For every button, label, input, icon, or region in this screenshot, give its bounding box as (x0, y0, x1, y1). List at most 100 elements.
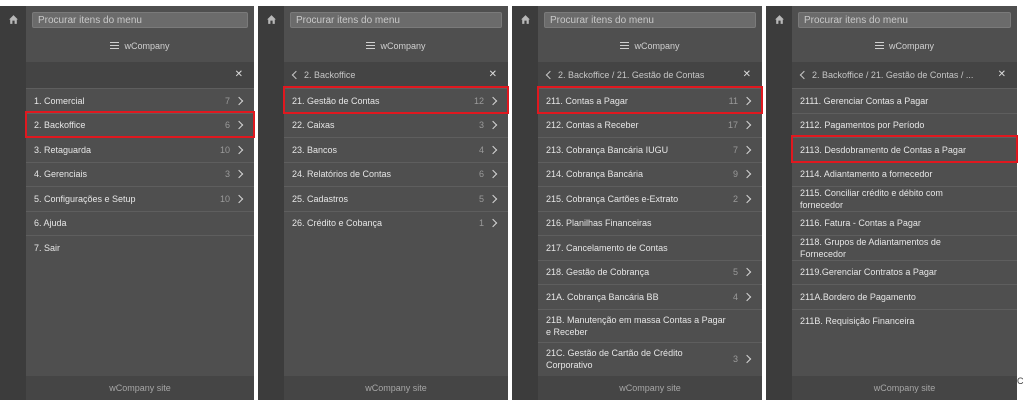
menu-item[interactable]: 2114. Adiantamento a fornecedor (792, 161, 1017, 187)
home-icon[interactable] (774, 14, 785, 25)
footer-link[interactable]: wCompany site (538, 376, 762, 400)
menu-item[interactable]: 216. Planilhas Financeiras (538, 210, 762, 236)
home-icon[interactable] (8, 14, 19, 25)
side-strip (512, 6, 538, 400)
chevron-right-icon (234, 170, 244, 179)
menu-icon (110, 42, 120, 50)
search-input[interactable]: Procurar itens do menu (290, 12, 502, 28)
menu-main: Procurar itens do menu wCompany 2. Backoff… (538, 6, 762, 400)
menu-item[interactable]: 3. Retaguarda 10 (26, 137, 254, 162)
menu-panel-3: Procurar itens do menu wCompany 2. Backoff… (512, 6, 762, 400)
menu-item[interactable]: 23. Bancos 4 (284, 137, 508, 162)
menu-item[interactable]: 21B. Manutenção em massa Contas a Pagar … (538, 308, 762, 342)
item-count: 7 (732, 144, 738, 155)
menu-item[interactable]: 218. Gestão de Cobrança 5 (538, 259, 762, 285)
menu-item[interactable]: 5. Configurações e Setup 10 (26, 186, 254, 211)
close-icon[interactable]: ✕ (743, 62, 751, 88)
highlight-box (25, 110, 255, 138)
menu-item[interactable]: 215. Cobrança Cartões e-Extrato 2 (538, 186, 762, 211)
footer-link[interactable]: wCompany site (284, 376, 508, 400)
menu-item[interactable]: 211B. Requisição Financeira (792, 308, 1017, 334)
item-count: 4 (478, 144, 484, 155)
menu-item-label: 6. Ajuda (34, 218, 67, 229)
highlight-box (791, 135, 1018, 163)
brand-title[interactable]: wCompany (538, 38, 762, 54)
back-icon[interactable] (291, 70, 301, 80)
menu-item-label: 213. Cobrança Bancária IUGU (546, 144, 669, 155)
menu-item-label: 7. Sair (34, 242, 61, 253)
breadcrumb: 2. Backoffice / 21. Gestão de Contas / .… (812, 70, 974, 80)
menu-item-label: 2115. Conciliar crédito e débito com for… (800, 187, 943, 210)
menu-item[interactable]: 2115. Conciliar crédito e débito com for… (792, 186, 1017, 211)
brand-title[interactable]: wCompany (26, 38, 254, 54)
chevron-right-icon (488, 219, 498, 228)
menu-item-label: 211B. Requisição Financeira (800, 316, 915, 327)
menu-item[interactable]: 217. Cancelamento de Contas (538, 235, 762, 260)
side-strip (0, 6, 26, 400)
menu-item[interactable]: 212. Contas a Receber 17 (538, 112, 762, 138)
menu-item-label: 26. Crédito e Cobança (292, 218, 383, 229)
footer-link[interactable]: wCompany site (26, 376, 254, 400)
menu-item[interactable]: 6. Ajuda (26, 210, 254, 236)
breadcrumb: 2. Backoffice / 21. Gestão de Contas (558, 70, 705, 80)
chevron-right-icon (488, 121, 498, 130)
highlight-box (537, 86, 763, 114)
search-input[interactable]: Procurar itens do menu (544, 12, 756, 28)
menu-item-label: 21A. Cobrança Bancária BB (546, 291, 659, 302)
menu-item[interactable]: 21C. Gestão de Cartão de Crédito Corpora… (538, 341, 762, 375)
menu-item-label: 1. Comercial (34, 95, 85, 106)
search-input[interactable]: Procurar itens do menu (798, 12, 1011, 28)
menu-item-label: 215. Cobrança Cartões e-Extrato (546, 193, 679, 204)
menu-item[interactable]: 7. Sair (26, 235, 254, 260)
chevron-right-icon (742, 194, 752, 203)
menu-item-label: 21C. Gestão de Cartão de Crédito Corpora… (546, 347, 683, 370)
menu-panel-4: Procurar itens do menu wCompany 2. Backoff… (766, 6, 1017, 400)
brand-title[interactable]: wCompany (284, 38, 508, 54)
menu-panel-1: Procurar itens do menu wCompany ✕ 1. Comerc… (0, 6, 254, 400)
menu-item[interactable]: 214. Cobrança Bancária 9 (538, 161, 762, 187)
menu-item[interactable]: 2119.Gerenciar Contratos a Pagar (792, 259, 1017, 285)
menu-item[interactable]: 24. Relatórios de Contas 6 (284, 161, 508, 187)
item-count: 3 (224, 169, 230, 180)
menu-item[interactable]: 1. Comercial 7 (26, 88, 254, 113)
menu-item[interactable]: 2116. Fatura - Contas a Pagar (792, 210, 1017, 236)
search-input[interactable]: Procurar itens do menu (32, 12, 248, 28)
item-count: 3 (732, 353, 738, 364)
menu-item-label: 216. Planilhas Financeiras (546, 218, 652, 229)
menu-item-label: 2114. Adiantamento a fornecedor (800, 169, 933, 180)
menu-item[interactable]: 4. Gerenciais 3 (26, 161, 254, 187)
menu-item[interactable]: 2111. Gerenciar Contas a Pagar (792, 88, 1017, 113)
item-count: 10 (219, 193, 230, 204)
chevron-right-icon (234, 145, 244, 154)
chevron-right-icon (488, 170, 498, 179)
menu-item-label: 217. Cancelamento de Contas (546, 242, 668, 253)
close-icon[interactable]: ✕ (998, 62, 1006, 88)
menu-item[interactable]: 26. Crédito e Cobança 1 (284, 210, 508, 236)
brand-title[interactable]: wCompany (792, 38, 1017, 54)
item-count: 5 (732, 267, 738, 278)
menu-item[interactable]: 213. Cobrança Bancária IUGU 7 (538, 137, 762, 162)
footer-link[interactable]: wCompany site (792, 376, 1017, 400)
menu-icon (874, 42, 884, 50)
menu-item-label: 218. Gestão de Cobrança (546, 267, 650, 278)
chevron-right-icon (742, 121, 752, 130)
brand-label: wCompany (888, 41, 935, 51)
home-icon[interactable] (266, 14, 277, 25)
menu-item[interactable]: 22. Caixas 3 (284, 112, 508, 138)
back-icon[interactable] (799, 70, 809, 80)
menu-main: Procurar itens do menu wCompany ✕ 1. Comerc… (26, 6, 254, 400)
close-icon[interactable]: ✕ (235, 62, 243, 88)
menu-item[interactable]: 2118. Grupos de Adiantamentos de Fornece… (792, 235, 1017, 260)
home-icon[interactable] (520, 14, 531, 25)
menu-item-label: 212. Contas a Receber (546, 120, 639, 131)
menu-item[interactable]: 2112. Pagamentos por Período (792, 112, 1017, 138)
item-count: 4 (732, 291, 738, 302)
menu-item-label: 23. Bancos (292, 144, 338, 155)
back-icon[interactable] (545, 70, 555, 80)
menu-item[interactable]: 211A.Bordero de Pagamento (792, 284, 1017, 309)
menu-item-label: 3. Retaguarda (34, 144, 92, 155)
menu-item[interactable]: 25. Cadastros 5 (284, 186, 508, 211)
menu-item[interactable]: 21A. Cobrança Bancária BB 4 (538, 284, 762, 309)
close-icon[interactable]: ✕ (489, 62, 497, 88)
menu-item-label: 2112. Pagamentos por Período (800, 120, 925, 131)
